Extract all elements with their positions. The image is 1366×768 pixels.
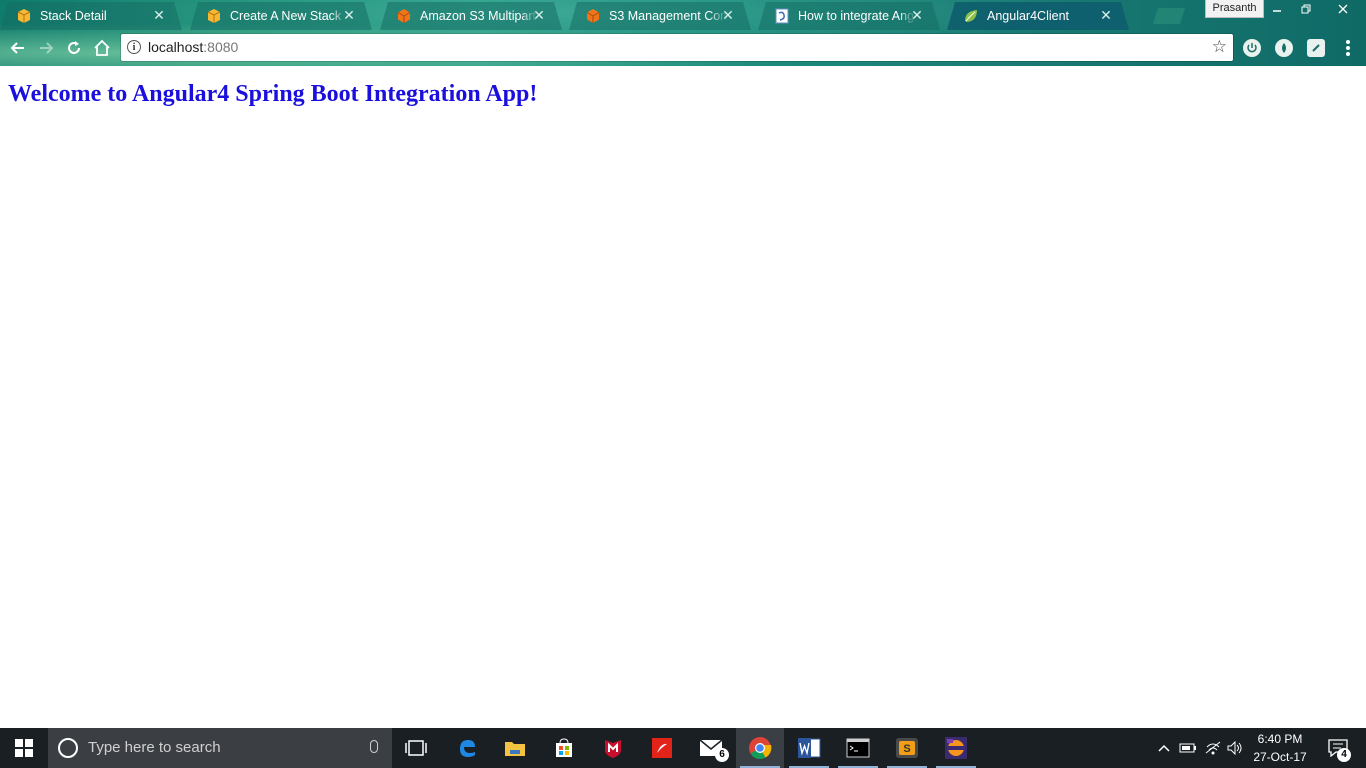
action-center-button[interactable]: 4 [1318,728,1358,768]
restore-button[interactable] [1291,0,1320,18]
show-hidden-icons-button[interactable] [1155,728,1173,768]
bookmark-star-icon[interactable]: ☆ [1212,37,1227,57]
taskbar: Type here to search 6 S 6:40 PM 27-Oct-1… [0,728,1366,768]
tab-s3-multipart[interactable]: Amazon S3 Multipart Up ✕ [380,2,562,30]
aws-cube-icon [585,8,601,24]
forward-button[interactable] [35,37,57,59]
task-view-icon [405,740,427,756]
tab-title: Create A New Stack [230,9,342,23]
taskbar-word[interactable] [785,728,833,768]
chrome-icon [749,737,772,759]
back-arrow-icon [10,42,24,54]
taskbar-command-prompt[interactable] [834,728,882,768]
mcafee-shield-icon [605,740,621,758]
extension-card-icon[interactable] [1307,39,1325,57]
taskbar-file-explorer[interactable] [491,728,539,768]
address-url: localhost:8080 [148,34,238,61]
start-button[interactable] [0,728,48,768]
sublime-text-icon: S [896,738,918,758]
page-heading: Welcome to Angular4 Spring Boot Integrat… [8,81,538,107]
address-bar[interactable]: i localhost:8080 ☆ [121,34,1233,61]
tab-how-to-integrate[interactable]: How to integrate Angul ✕ [758,2,940,30]
back-button[interactable] [7,37,29,59]
home-button[interactable] [91,37,113,59]
new-tab-button[interactable] [1153,8,1185,24]
browser-menu-icon[interactable] [1341,38,1355,58]
spring-leaf-icon [963,8,979,24]
task-view-button[interactable] [392,728,440,768]
close-window-button[interactable] [1320,0,1366,18]
volume-icon[interactable] [1226,728,1244,768]
close-tab-icon[interactable]: ✕ [721,8,735,22]
mail-unread-badge: 6 [715,748,729,762]
taskbar-mcafee[interactable] [589,728,637,768]
folder-icon [505,742,525,756]
taskbar-clock[interactable]: 6:40 PM 27-Oct-17 [1245,728,1315,768]
windows-logo-icon [15,739,33,757]
microphone-icon[interactable] [370,740,378,753]
minimize-button[interactable] [1262,0,1291,18]
aws-box-icon [206,8,222,24]
edge-browser-icon [460,740,475,757]
extension-drop-icon[interactable] [1275,39,1293,57]
url-port: :8080 [203,39,239,55]
aws-box-icon [16,8,32,24]
tab-stack-detail[interactable]: Stack Detail ✕ [0,2,182,30]
tab-strip: Stack Detail ✕ Create A New Stack ✕ Amaz… [0,0,1200,30]
tab-s3-console[interactable]: S3 Management Consol ✕ [569,2,751,30]
profile-button[interactable]: Prasanth [1205,0,1264,18]
battery-icon[interactable] [1178,728,1198,768]
taskbar-sublime-text[interactable]: S [883,728,931,768]
close-tab-icon[interactable]: ✕ [342,8,356,22]
search-placeholder: Type here to search [88,739,221,756]
forward-arrow-icon [40,42,54,54]
url-host: localhost [148,39,204,55]
clock-time: 6:40 PM [1257,732,1303,746]
cortana-icon [58,738,78,758]
tab-create-stack[interactable]: Create A New Stack ✕ [190,2,372,30]
close-tab-icon[interactable]: ✕ [910,8,924,22]
tab-title: Angular4Client [987,9,1069,23]
taskbar-store[interactable] [540,728,588,768]
page-viewport: Welcome to Angular4 Spring Boot Integrat… [0,66,1366,728]
eclipse-ee-icon [945,737,967,759]
browser-toolbar: i localhost:8080 ☆ [0,31,1366,66]
close-tab-icon[interactable]: ✕ [152,8,166,22]
extension-power-icon[interactable] [1243,39,1261,57]
home-icon [94,39,110,56]
taskbar-search[interactable]: Type here to search [48,728,392,768]
tab-title: How to integrate Angul [798,9,916,23]
taskbar-eclipse-ee[interactable] [932,728,980,768]
chevron-up-icon [1158,744,1170,752]
taskbar-mail[interactable]: 6 [687,728,735,768]
tab-angular4client[interactable]: Angular4Client ✕ [947,2,1129,30]
aws-cube-icon [396,8,412,24]
reload-icon [68,41,80,54]
taskbar-edge[interactable] [443,728,491,768]
tab-title: S3 Management Consol [609,9,727,23]
tab-title: Amazon S3 Multipart Up [420,9,537,23]
word-icon [798,738,821,758]
taskbar-chrome[interactable] [736,728,784,768]
reload-button[interactable] [63,37,85,59]
terminal-icon [846,738,870,758]
taskbar-pdf-app[interactable] [638,728,686,768]
close-tab-icon[interactable]: ✕ [532,8,546,22]
clock-date: 27-Oct-17 [1253,750,1307,764]
notification-count-badge: 4 [1337,748,1351,762]
document-icon [774,8,790,24]
store-bag-icon [556,738,572,757]
site-info-icon[interactable]: i [127,40,141,54]
pdf-app-icon [652,738,672,758]
close-tab-icon[interactable]: ✕ [1099,8,1113,22]
tab-title: Stack Detail [40,9,107,23]
svg-text:S: S [903,743,910,755]
wifi-icon[interactable] [1202,728,1224,768]
window-controls [1262,0,1366,18]
